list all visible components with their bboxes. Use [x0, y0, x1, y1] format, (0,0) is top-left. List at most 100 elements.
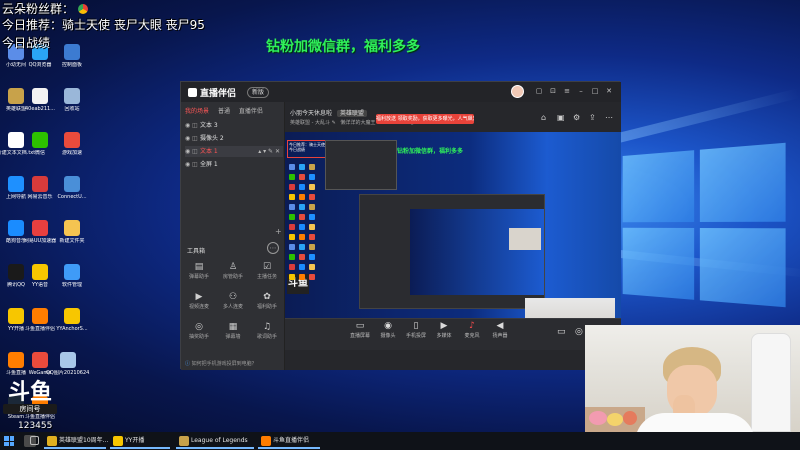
tool-task[interactable]: ☑ 主播任务 [251, 262, 283, 280]
lock-icon[interactable]: ◫ [192, 146, 200, 157]
preview-desktop-icon [289, 214, 295, 220]
tool-label: 多人连麦 [222, 304, 243, 310]
lock-icon[interactable]: ◫ [192, 159, 200, 170]
eye-icon[interactable]: ◉ [185, 146, 192, 157]
preview-desktop-icon [299, 174, 305, 180]
taskbar-item[interactable]: YY开播 [110, 433, 170, 449]
user-avatar[interactable] [511, 85, 524, 98]
control-label: 麦克风 [464, 333, 480, 339]
room-title[interactable]: 小朋今天休息啦 英雄联盟 [290, 108, 367, 117]
scene-item-selected[interactable]: ◉ ◫ 文本 1 ▴ ▾ ✎ ✕ [185, 146, 283, 157]
minimize-icon[interactable]: – [577, 87, 585, 95]
message-icon[interactable]: ▢ [535, 87, 543, 95]
desktop-icon[interactable]: 游戏加速 [50, 132, 94, 157]
overlay-fan-group: 云朵粉丝群： [2, 0, 88, 17]
control-camera[interactable]: ◉ 摄像头 [375, 321, 401, 339]
douyu-companion-logo-icon [188, 88, 197, 97]
preview-nested-window-small [325, 140, 397, 190]
share-icon[interactable]: ⇪ [589, 113, 596, 122]
desktop-icon[interactable]: 回收站 [50, 88, 94, 113]
control-media[interactable]: ▶ 多媒体 [431, 321, 457, 339]
preview-desktop-icon [289, 244, 295, 250]
desktop-icon[interactable]: 控制面板 [50, 44, 94, 69]
desktop-icon-label: ConnectU... [57, 194, 87, 200]
taskbar-item[interactable]: League of Legends [176, 433, 254, 449]
toolbox-header: 工具箱 [187, 248, 206, 255]
tool-danmaku[interactable]: ▤ 弹幕助手 [183, 262, 215, 280]
tool-label: 主播任务 [256, 274, 277, 280]
tab-my-scenes[interactable]: 我的场景 [185, 108, 209, 115]
record-icon[interactable]: ▣ [557, 113, 565, 122]
tool-gift[interactable]: ✿ 福利助手 [251, 292, 283, 310]
desktop-icon-label: 游戏加速 [61, 150, 82, 156]
control-phone-cast[interactable]: ▯ 手机投屏 [403, 321, 429, 339]
lock-icon[interactable]: ◫ [192, 133, 200, 144]
taskbar-app-icon [113, 436, 123, 446]
eye-icon[interactable]: ◉ [185, 133, 192, 144]
control-screen[interactable]: ▭ 直播屏幕 [347, 321, 373, 339]
lyrics-icon: ♫ [262, 322, 272, 332]
preview-desktop-icon [289, 274, 295, 280]
eye-icon[interactable]: ◉ [185, 159, 192, 170]
preview-desktop-icon [299, 194, 305, 200]
desktop-icon-label: QQ图片20210624... [46, 370, 90, 376]
tab-companion[interactable]: 直播伴侣 [239, 108, 263, 115]
menu-icon[interactable]: ≡ [563, 87, 571, 95]
desktop-icon[interactable]: 软件管理 [50, 264, 94, 289]
add-scene-icon[interactable]: + [275, 227, 282, 236]
preview-nested-window [359, 194, 545, 309]
software-icon [64, 264, 80, 280]
eye-icon[interactable]: ◉ [185, 120, 192, 131]
lock-icon[interactable]: ◫ [192, 120, 200, 131]
tool-label: 视频连麦 [188, 304, 209, 310]
gift-toolbar-icon[interactable]: ⌂ [541, 113, 546, 122]
scene-item[interactable]: ◉ ◫ 全屏 1 [185, 159, 283, 170]
stream-preview[interactable]: 今日推荐：骑士天使 丧尸大眼 丧尸95 今日战绩 钻粉加微信群，福利多多 斗鱼 [285, 132, 621, 330]
control-speaker[interactable]: ◀ 扬声器 [487, 321, 513, 339]
tool-lottery[interactable]: ◎ 抽奖助手 [183, 322, 215, 340]
preview-desktop-icon [299, 164, 305, 170]
taskbar-item[interactable]: 英雄联盟10周年... [44, 433, 108, 449]
phone-cast-icon: ▯ [413, 321, 419, 331]
preview-desktop-icon [309, 164, 315, 170]
room-category[interactable]: 英雄联盟 [336, 110, 367, 117]
version-badge[interactable]: 新版 [247, 87, 270, 98]
tab-normal[interactable]: 普通 [218, 108, 230, 115]
tool-admin[interactable]: ♙ 房管助手 [217, 262, 249, 280]
scene-item[interactable]: ◉ ◫ 文本 3 [185, 120, 283, 131]
close-icon[interactable]: ✕ [605, 87, 613, 95]
start-button-icon[interactable] [4, 436, 14, 446]
tool-multi-link[interactable]: ⚇ 多人连麦 [217, 292, 249, 310]
tool-lyrics[interactable]: ♫ 歌词助手 [251, 322, 283, 340]
webcam-feed [585, 325, 800, 432]
scene-item[interactable]: ◉ ◫ 摄像头 2 [185, 133, 283, 144]
toolbox-settings-icon[interactable]: ⋯ [267, 242, 279, 254]
promo-banner[interactable]: 福利放送 领取奖励，获取更多曝光，人气飙升 [376, 114, 474, 124]
more-icon[interactable]: ⋯ [605, 113, 613, 122]
tool-danmaku-wall[interactable]: ▦ 弹幕墙 [217, 322, 249, 340]
control-mic[interactable]: ♪ 麦克风 [459, 321, 485, 339]
desktop-icon[interactable]: ConnectU... [50, 176, 94, 201]
music-icon [32, 176, 48, 192]
effects-icon[interactable]: ◎ [575, 327, 583, 337]
maximize-icon[interactable]: □ [591, 87, 599, 95]
screenshot-icon[interactable]: ⊡ [549, 87, 557, 95]
taskbar-item-label: League of Legends [191, 437, 248, 444]
taskbar-item[interactable]: 斗鱼直播伴侣 [258, 433, 320, 449]
preview-desktop-icon [309, 174, 315, 180]
desktop-icon[interactable]: QQ图片20210624... [46, 352, 90, 377]
tool-video-link[interactable]: ▶ 视频连麦 [183, 292, 215, 310]
gift-icon: ✿ [263, 292, 271, 302]
chrome-icon [77, 4, 88, 14]
task-view-icon[interactable] [30, 436, 39, 445]
video-link-icon: ▶ [195, 292, 203, 302]
settings-icon[interactable]: ⚙ [573, 113, 580, 122]
camera-record-icon[interactable]: ▭ [557, 327, 566, 337]
scene-actions-icon[interactable]: ▴ ▾ ✎ ✕ [258, 146, 280, 157]
help-link[interactable]: ⓘ 如何把手机游戏投屏到电脑？ [185, 360, 257, 367]
desktop-icon[interactable]: YYAnchorS... [50, 308, 94, 333]
desktop-icon[interactable]: 新建文件夹 [50, 220, 94, 245]
task-icon: ☑ [262, 262, 272, 272]
preview-desktop-icon [299, 204, 305, 210]
tool-label: 抽奖助手 [188, 334, 209, 340]
